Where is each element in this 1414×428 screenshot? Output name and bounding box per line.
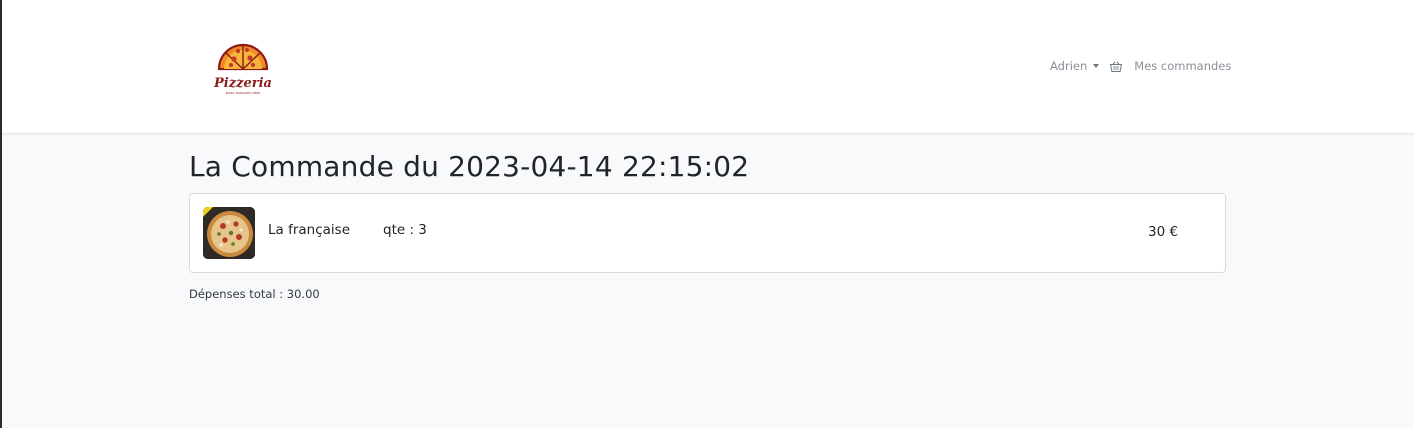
basket-icon <box>1110 61 1123 72</box>
item-price: 30 € <box>1148 224 1179 240</box>
pizzeria-logo[interactable]: Pizzeria PIZZA TAKEAWAY HERE <box>213 37 273 99</box>
my-orders-label: Mes commandes <box>1134 59 1232 73</box>
pizza-logo-icon: Pizzeria PIZZA TAKEAWAY HERE <box>213 43 272 95</box>
user-nav: Adrien Mes commandes <box>1050 59 1231 73</box>
my-orders-link[interactable]: Mes commandes <box>1110 59 1231 73</box>
user-dropdown[interactable]: Adrien <box>1050 59 1100 73</box>
caret-down-icon <box>1093 64 1100 68</box>
user-name: Adrien <box>1050 59 1088 73</box>
svg-text:PIZZA TAKEAWAY HERE: PIZZA TAKEAWAY HERE <box>226 91 261 95</box>
pizza-image <box>203 207 255 259</box>
top-navbar: Pizzeria PIZZA TAKEAWAY HERE Adrien Mes … <box>2 0 1414 134</box>
svg-text:Pizzeria: Pizzeria <box>213 76 272 91</box>
order-item-card: La française qte : 3 30 € <box>189 193 1226 273</box>
order-total: Dépenses total : 30.00 <box>189 287 320 301</box>
item-name: La française <box>268 222 351 238</box>
page-title: La Commande du 2023-04-14 22:15:02 <box>189 150 750 183</box>
item-quantity: qte : 3 <box>383 222 427 238</box>
pizza-thumbnail <box>203 207 255 259</box>
